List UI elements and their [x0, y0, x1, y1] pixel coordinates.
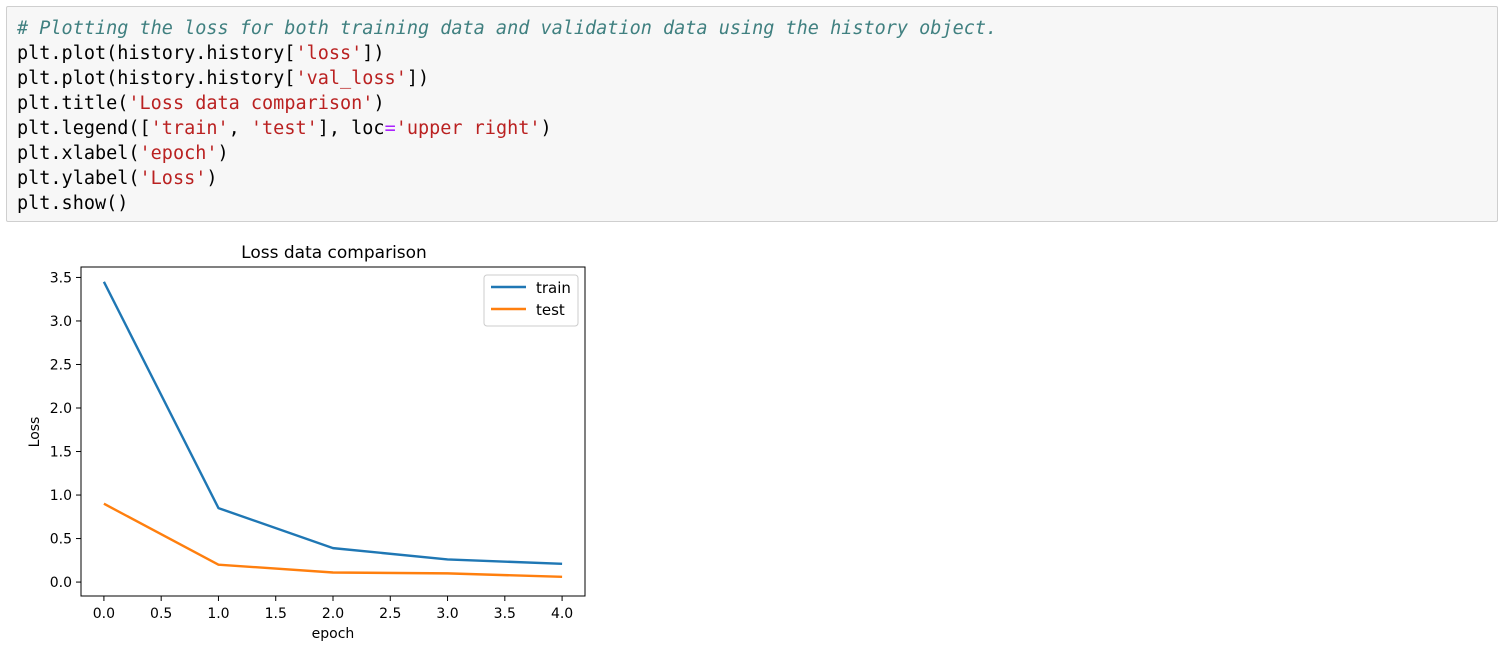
x-tick-label: 0.5: [150, 606, 172, 622]
y-axis-label: Loss: [27, 417, 43, 448]
code-token: ): [217, 143, 229, 164]
x-tick-label: 3.5: [494, 606, 516, 622]
code-token: 'epoch': [139, 143, 218, 164]
code-line: # Plotting the loss for both training da…: [17, 16, 1497, 41]
code-token: plt.xlabel(: [17, 143, 140, 164]
code-token: ]): [362, 43, 385, 64]
code-token: ): [373, 93, 385, 114]
code-token: ): [540, 118, 552, 139]
code-editor[interactable]: # Plotting the loss for both training da…: [17, 16, 1497, 216]
code-token: plt.show(): [17, 193, 129, 214]
y-tick-label: 0.5: [50, 532, 72, 548]
code-line: plt.plot(history.history['loss']): [17, 41, 1497, 66]
code-line: plt.xlabel('epoch'): [17, 141, 1497, 166]
code-token: plt.plot(history.history[: [17, 43, 296, 64]
x-tick-label: 1.0: [207, 606, 229, 622]
chart-title: Loss data comparison: [241, 243, 427, 263]
code-line: plt.title('Loss data comparison'): [17, 91, 1497, 116]
x-axis-label: epoch: [312, 626, 355, 642]
y-tick-label: 1.5: [50, 445, 72, 461]
code-line: plt.show(): [17, 191, 1497, 216]
legend-test-label: test: [536, 301, 565, 319]
code-token: 'Loss': [139, 168, 207, 189]
legend: train test: [483, 274, 579, 327]
code-line: plt.legend(['train', 'test'], loc='upper…: [17, 116, 1497, 141]
series-line-test: [103, 502, 563, 579]
legend-train-label: train: [536, 279, 571, 297]
x-tick-label: 2.5: [379, 606, 401, 622]
code-token: plt.legend([: [17, 118, 151, 139]
y-tick-label: 3.0: [50, 314, 72, 330]
code-token: ]): [406, 68, 430, 89]
code-cell[interactable]: # Plotting the loss for both training da…: [6, 6, 1498, 222]
code-token: 'upper right': [395, 118, 541, 139]
code-token: plt.title(: [17, 93, 129, 114]
code-token: =: [384, 118, 396, 139]
x-tick-label: 1.5: [265, 606, 287, 622]
y-tick-label: 2.0: [50, 401, 72, 417]
code-token: # Plotting the loss for both training da…: [17, 18, 998, 39]
y-tick-label: 3.5: [50, 270, 72, 286]
code-token: plt.plot(history.history[: [17, 68, 296, 89]
code-token: 'loss': [295, 43, 363, 64]
code-token: 'Loss data comparison': [128, 93, 374, 114]
code-line: plt.plot(history.history['val_loss']): [17, 66, 1497, 91]
code-token: ], loc: [317, 118, 385, 139]
code-token: 'test': [250, 118, 318, 139]
y-tick-label: 1.0: [50, 488, 72, 504]
loss-chart: Loss data comparison epoch Loss 0.0 0.5 1.…: [27, 243, 586, 642]
code-token: ,: [228, 118, 251, 139]
output-area: Loss data comparison epoch Loss 0.0 0.5 1.…: [0, 230, 600, 652]
code-token: 'train': [150, 118, 229, 139]
code-line: plt.ylabel('Loss'): [17, 166, 1497, 191]
code-token: plt.ylabel(: [17, 168, 140, 189]
x-tick-label: 4.0: [551, 606, 573, 622]
x-tick-label: 3.0: [436, 606, 458, 622]
x-tick-label: 2.0: [322, 606, 344, 622]
y-tick-label: 2.5: [50, 357, 72, 373]
y-tick-label: 0.0: [50, 575, 72, 591]
code-token: 'val_loss': [295, 68, 407, 89]
x-tick-label: 0.0: [93, 606, 115, 622]
code-token: ): [206, 168, 218, 189]
